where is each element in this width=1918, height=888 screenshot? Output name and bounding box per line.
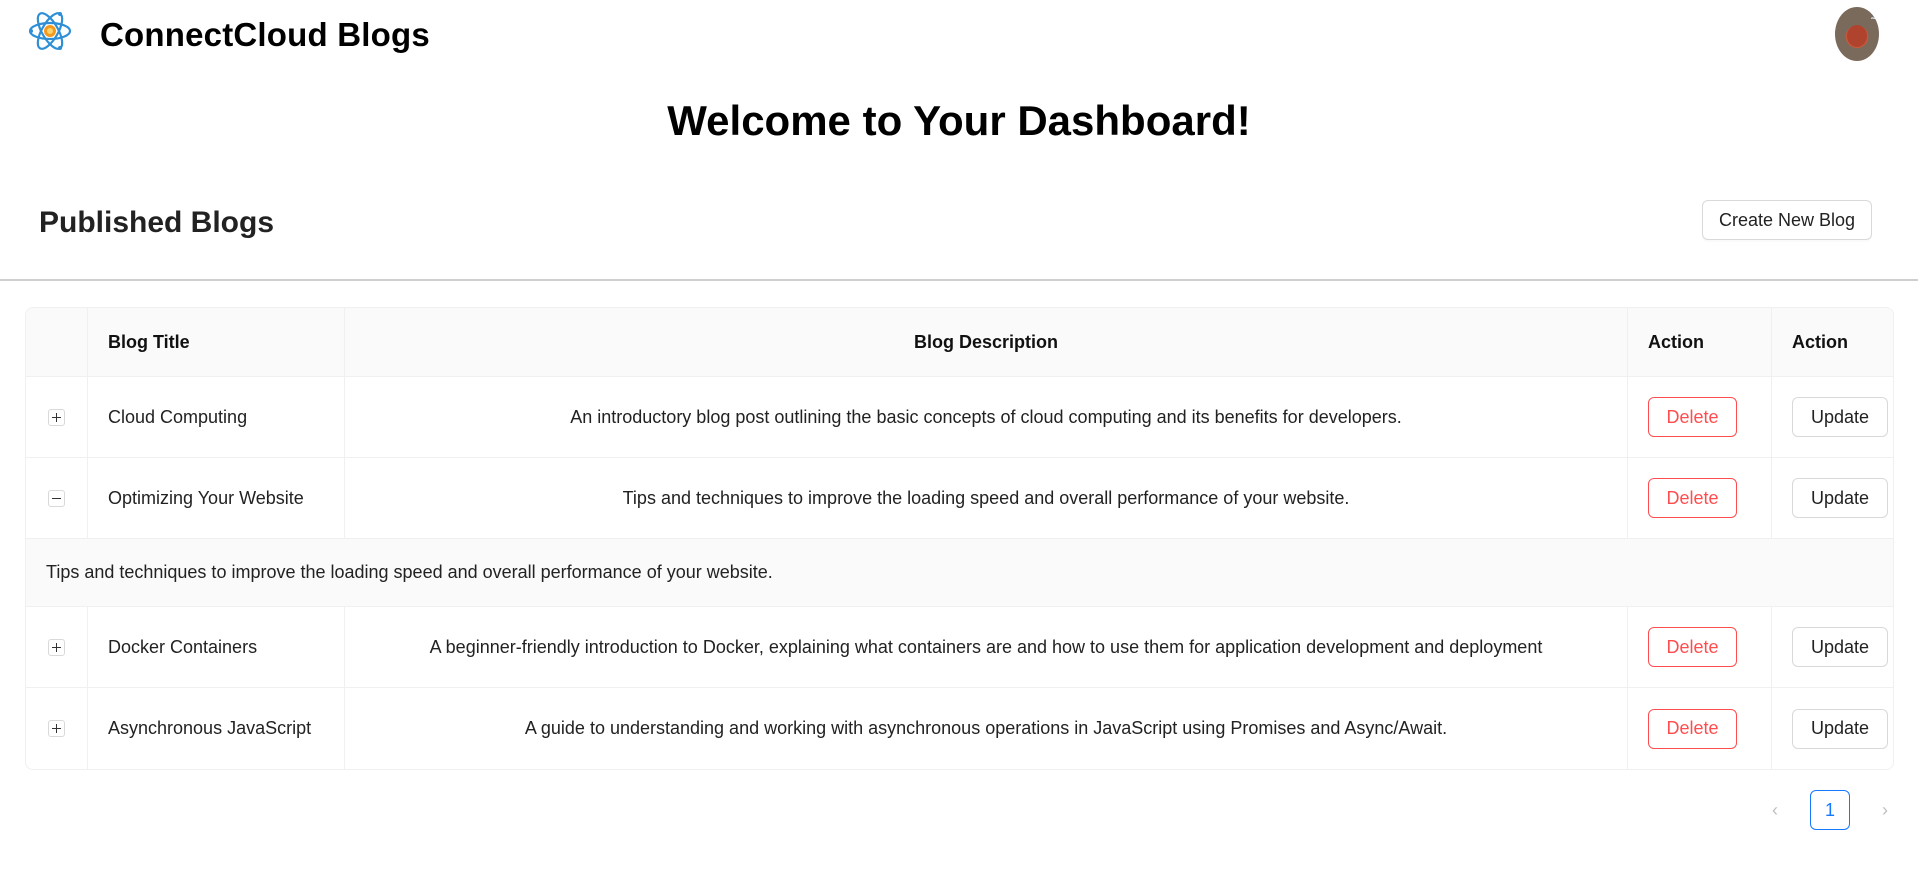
blog-title-cell: Optimizing Your Website [88,458,345,538]
blog-description-cell: A beginner-friendly introduction to Dock… [345,607,1628,687]
blog-description-cell: An introductory blog post outlining the … [345,377,1628,457]
avatar-face [1847,25,1867,47]
delete-cell: Delete [1628,458,1772,538]
table-row: Optimizing Your Website Tips and techniq… [26,458,1893,539]
expand-cell [26,458,88,538]
create-new-blog-button[interactable]: Create New Blog [1702,200,1872,240]
blog-description-cell: Tips and techniques to improve the loadi… [345,458,1628,538]
update-cell: Update [1772,458,1893,538]
delete-button[interactable]: Delete [1648,397,1737,437]
blog-title-cell: Asynchronous JavaScript [88,688,345,769]
chevron-left-icon[interactable]: ‹ [1760,794,1790,826]
blog-description-cell: A guide to understanding and working wit… [345,688,1628,769]
delete-button[interactable]: Delete [1648,478,1737,518]
expand-row-icon[interactable] [48,638,65,656]
delete-button[interactable]: Delete [1648,708,1737,749]
divider [0,279,1918,281]
column-header-action-update: Action [1792,331,1848,352]
page-title: Welcome to Your Dashboard! [667,97,1251,144]
pagination: ‹ 1 › [1760,790,1900,830]
user-avatar[interactable]: ~ [1835,7,1879,61]
expand-row-icon[interactable] [48,720,65,737]
column-header-action-delete: Action [1628,308,1772,376]
avatar-overlay: ~ [1870,13,1877,25]
section-title: Published Blogs [39,206,275,239]
expanded-row-content: Tips and techniques to improve the loadi… [26,539,1893,607]
top-header: ConnectCloud Blogs ~ [0,0,1918,72]
update-cell: Update [1772,377,1893,457]
delete-cell: Delete [1628,607,1772,687]
expand-cell [26,607,88,687]
chevron-right-icon[interactable]: › [1870,794,1900,826]
brand-title: ConnectCloud Blogs [100,16,430,53]
delete-cell: Delete [1628,377,1772,457]
expand-cell [26,377,88,457]
update-button[interactable]: Update [1792,708,1888,749]
expand-row-icon[interactable] [48,408,65,426]
column-header-title: Blog Title [88,308,345,376]
delete-cell: Delete [1628,688,1772,769]
blog-title-cell: Docker Containers [88,607,345,687]
page-number-button[interactable]: 1 [1810,790,1850,830]
blogs-table: Blog Title Blog Description Action Actio… [25,307,1894,770]
update-button[interactable]: Update [1792,627,1888,667]
table-row: Docker Containers A beginner-friendly in… [26,607,1893,688]
table-row: Cloud Computing An introductory blog pos… [26,377,1893,458]
update-button[interactable]: Update [1792,397,1888,437]
table-row: Asynchronous JavaScript A guide to under… [26,688,1893,769]
table-header-row: Blog Title Blog Description Action Actio… [26,308,1893,377]
atom-icon[interactable] [27,10,73,52]
column-header-description: Blog Description [345,308,1628,376]
delete-button[interactable]: Delete [1648,627,1737,667]
blog-title-cell: Cloud Computing [88,377,345,457]
collapse-row-icon[interactable] [48,489,65,507]
update-button[interactable]: Update [1792,478,1888,518]
update-cell: Update [1772,688,1893,769]
expand-column-header [26,308,88,376]
expand-cell [26,688,88,769]
update-cell: Update [1772,607,1893,687]
